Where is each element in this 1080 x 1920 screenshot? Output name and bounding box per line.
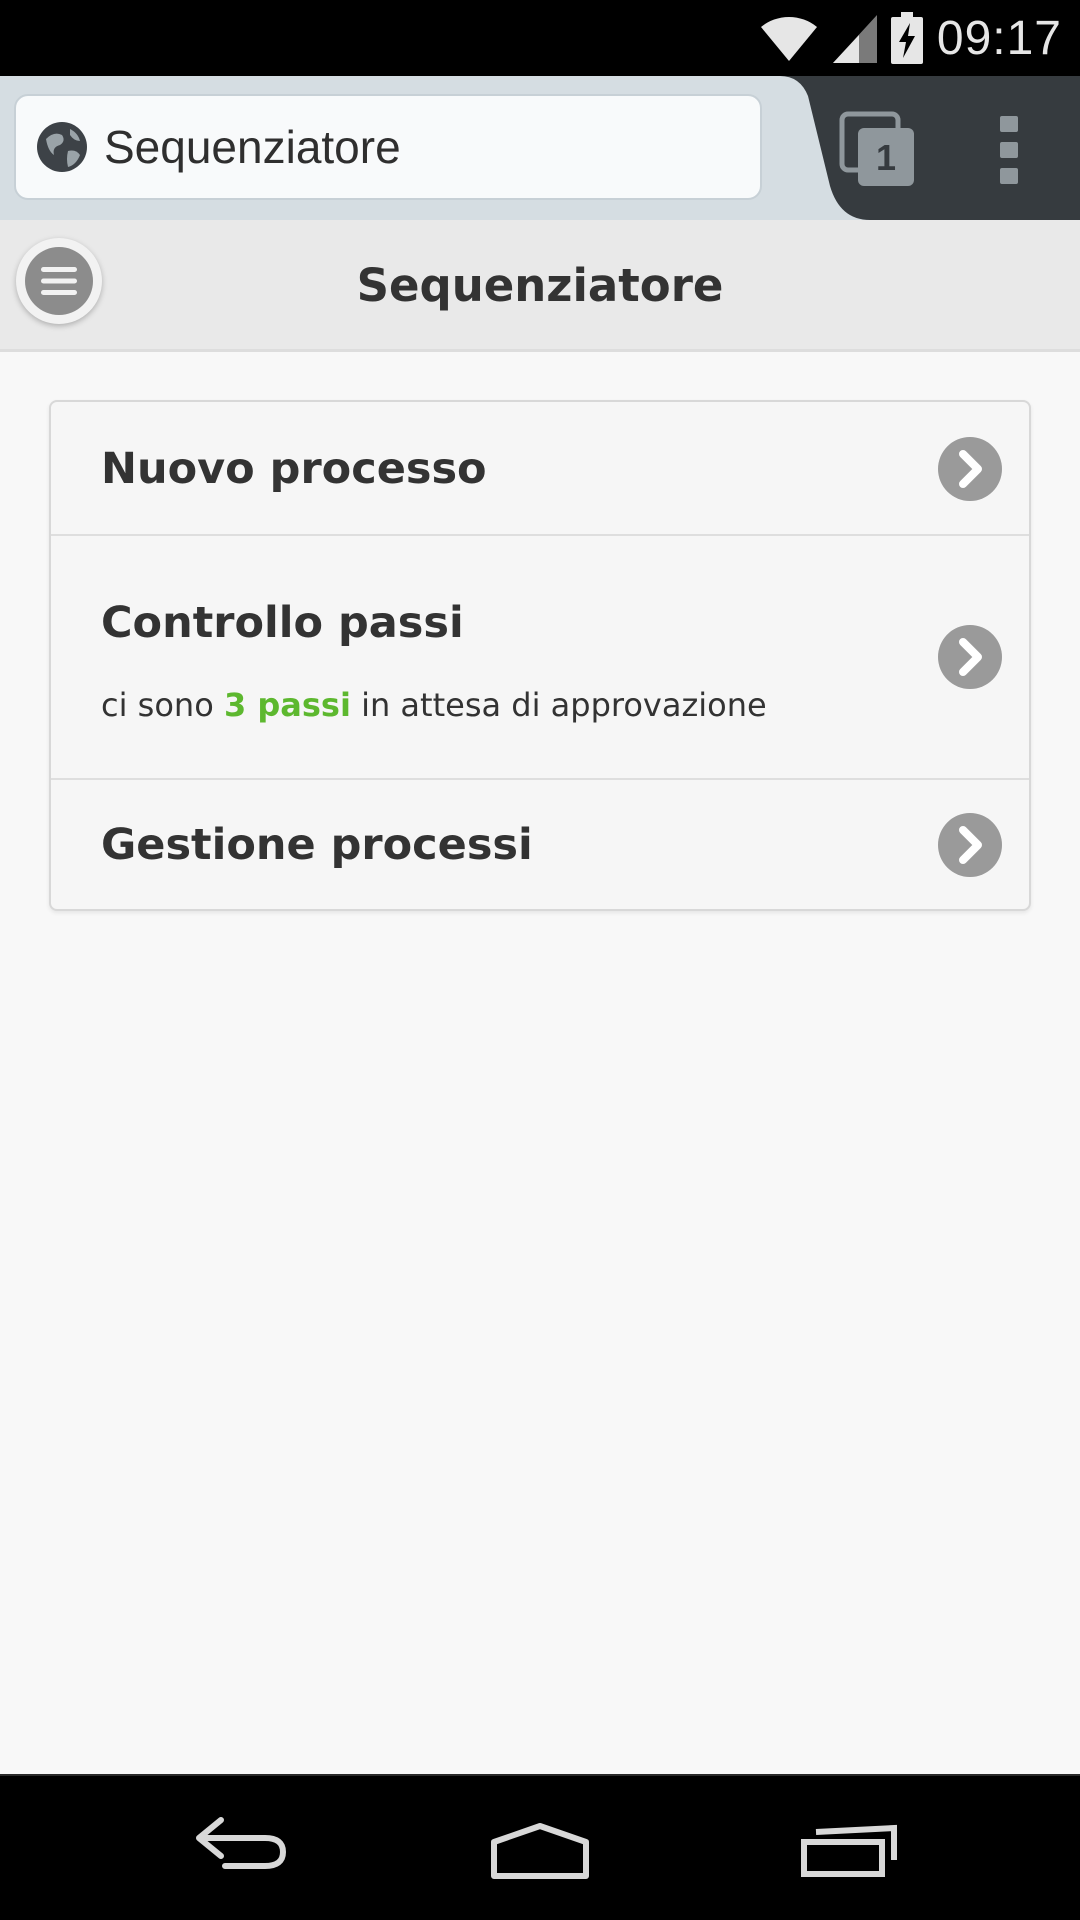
navigation-bar (0, 1774, 1080, 1920)
menu-list: Nuovo processo Controllo passi ci sono 3… (49, 400, 1031, 911)
recents-icon (801, 1824, 897, 1877)
menu-button[interactable] (16, 238, 102, 324)
globe-icon (37, 122, 87, 172)
item-title: Gestione processi (101, 820, 533, 870)
page-header: Sequenziatore (0, 220, 1080, 352)
back-button[interactable] (170, 1776, 310, 1920)
signal-icon (832, 15, 877, 63)
item-title: Controllo passi (101, 598, 464, 648)
pending-steps-count: 3 passi (223, 686, 351, 724)
list-item-nuovo-processo[interactable]: Nuovo processo (51, 402, 1029, 536)
url-text: Sequenziatore (104, 121, 401, 173)
overflow-menu-icon[interactable] (990, 112, 1030, 188)
browser-toolbar: Sequenziatore 1 (0, 76, 1080, 220)
hamburger-menu-icon (41, 267, 77, 295)
chevron-right-icon (938, 625, 1002, 689)
chevron-right-icon (938, 437, 1002, 501)
page-title: Sequenziatore (356, 259, 724, 312)
list-item-controllo-passi[interactable]: Controllo passi ci sono 3 passi in attes… (51, 536, 1029, 780)
tabs-button[interactable]: 1 (838, 110, 918, 190)
recents-button[interactable] (780, 1776, 920, 1920)
wifi-icon (760, 16, 817, 61)
tab-count: 1 (875, 137, 897, 178)
list-item-gestione-processi[interactable]: Gestione processi (51, 780, 1029, 909)
home-icon (491, 1823, 589, 1879)
url-bar[interactable]: Sequenziatore (14, 94, 762, 200)
item-title: Nuovo processo (101, 444, 487, 494)
item-subtitle: ci sono 3 passi in attesa di approvazion… (101, 686, 767, 724)
battery-charging-icon (890, 12, 923, 64)
home-button[interactable] (470, 1776, 610, 1920)
back-icon (196, 1817, 286, 1869)
status-time: 09:17 (936, 11, 1062, 65)
chevron-right-icon (938, 813, 1002, 877)
status-bar: 09:17 (0, 0, 1080, 76)
